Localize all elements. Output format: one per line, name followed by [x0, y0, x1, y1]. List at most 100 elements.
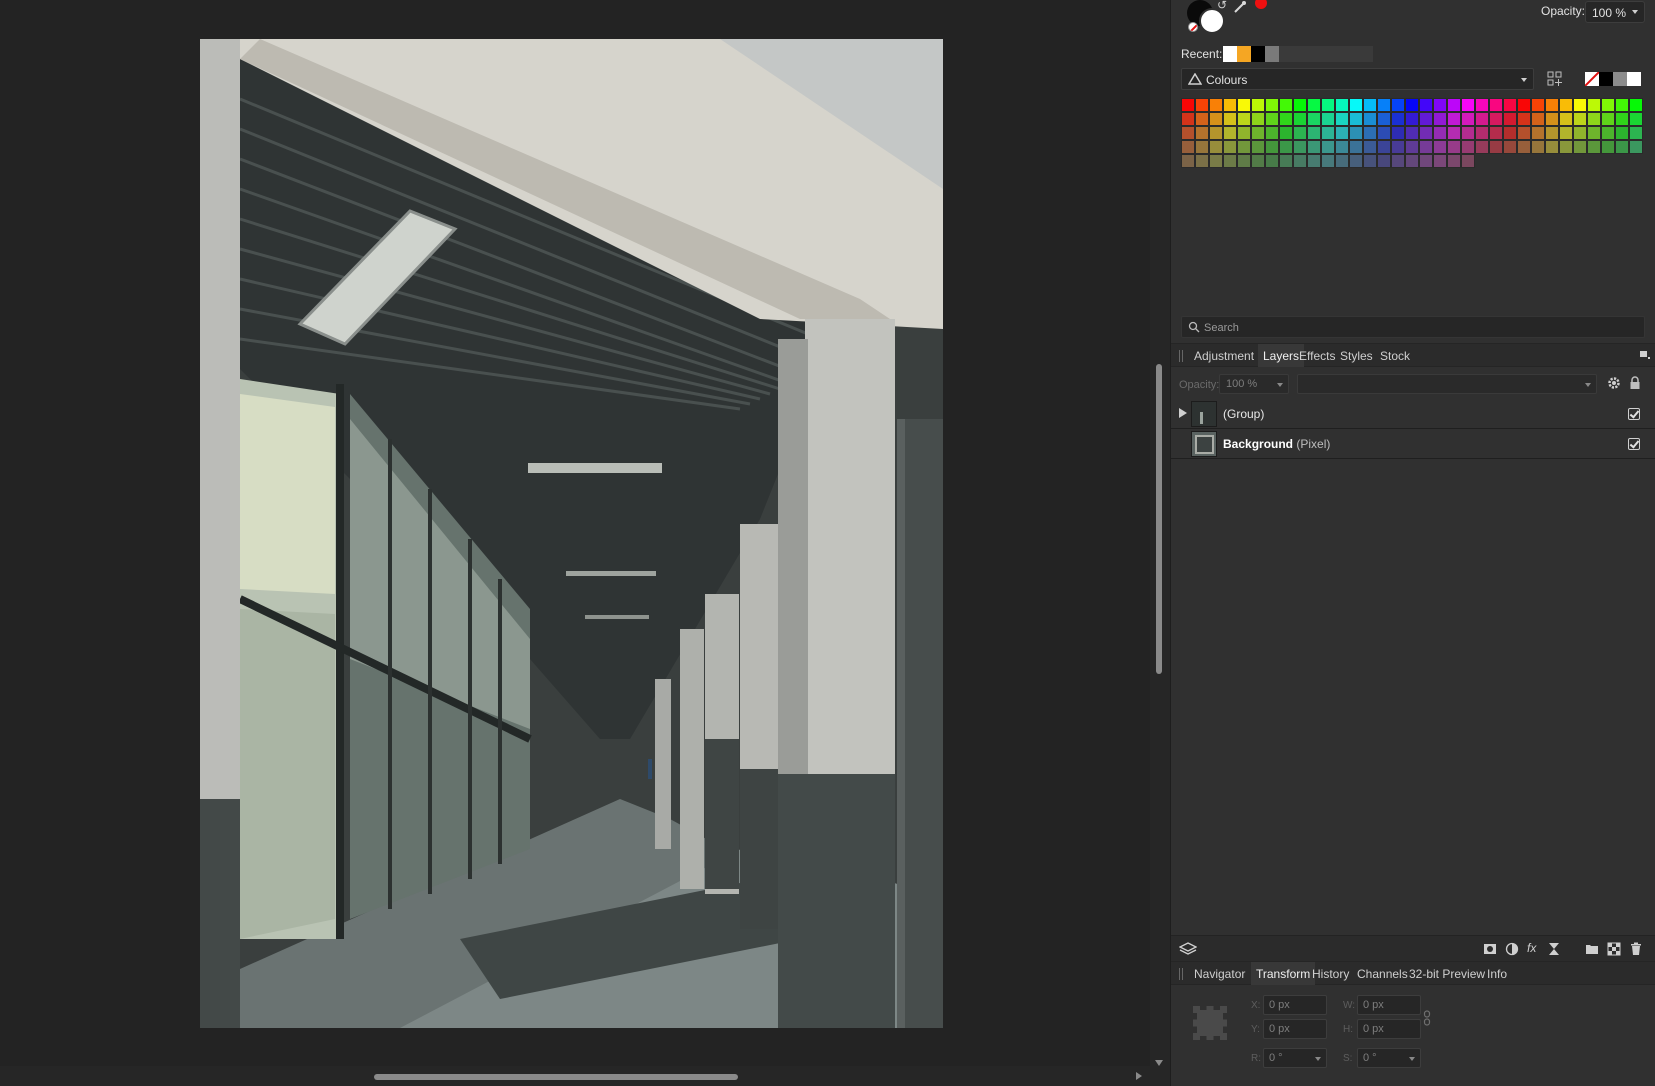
horizontal-scrollbar[interactable] [0, 1066, 1150, 1086]
colour-swatch[interactable] [1251, 126, 1265, 140]
colour-swatch[interactable] [1209, 126, 1223, 140]
tab-info[interactable]: Info [1482, 962, 1512, 985]
colour-swatch[interactable] [1601, 140, 1615, 154]
colour-swatch[interactable] [1405, 112, 1419, 126]
white-swatch[interactable] [1627, 72, 1641, 86]
colour-swatch[interactable] [1419, 126, 1433, 140]
colour-swatch[interactable] [1181, 140, 1195, 154]
link-ratio-icon[interactable] [1423, 1010, 1431, 1026]
colour-swatch[interactable] [1391, 98, 1405, 112]
trash-icon[interactable] [1629, 942, 1643, 956]
colour-swatch[interactable] [1405, 140, 1419, 154]
tab-effects[interactable]: Effects [1294, 344, 1340, 367]
colour-swatch[interactable] [1181, 98, 1195, 112]
colour-swatch[interactable] [1559, 140, 1573, 154]
colour-swatch[interactable] [1335, 154, 1349, 168]
colour-swatch[interactable] [1489, 112, 1503, 126]
document-photo[interactable] [200, 39, 943, 1028]
colour-swatch[interactable] [1237, 140, 1251, 154]
panel-grip-icon[interactable] [1179, 350, 1183, 362]
colour-swatch[interactable] [1335, 140, 1349, 154]
colour-swatch[interactable] [1391, 112, 1405, 126]
expand-triangle-icon[interactable] [1179, 408, 1187, 418]
colour-swatch[interactable] [1629, 126, 1643, 140]
colour-swatch[interactable] [1545, 112, 1559, 126]
colour-swatch[interactable] [1265, 112, 1279, 126]
mask-icon[interactable] [1483, 942, 1497, 956]
colour-swatch[interactable] [1447, 126, 1461, 140]
recent-colour-swatch[interactable] [1237, 46, 1251, 62]
colour-swatch[interactable] [1461, 140, 1475, 154]
colour-swatch[interactable] [1279, 98, 1293, 112]
colour-swatch[interactable] [1629, 112, 1643, 126]
colour-swatch[interactable] [1559, 126, 1573, 140]
colour-swatch[interactable] [1615, 98, 1629, 112]
tab-styles[interactable]: Styles [1335, 344, 1378, 367]
visibility-checkbox[interactable] [1628, 408, 1640, 420]
colour-swatch[interactable] [1251, 98, 1265, 112]
colour-swatch[interactable] [1363, 126, 1377, 140]
colour-swatch[interactable] [1391, 140, 1405, 154]
colour-swatch[interactable] [1587, 98, 1601, 112]
colour-swatch[interactable] [1615, 140, 1629, 154]
colour-swatch[interactable] [1181, 126, 1195, 140]
colour-swatch[interactable] [1489, 126, 1503, 140]
colour-swatch[interactable] [1531, 98, 1545, 112]
colour-swatch[interactable] [1321, 154, 1335, 168]
colour-swatch[interactable] [1419, 98, 1433, 112]
palette-dropdown[interactable]: Colours [1181, 68, 1534, 90]
colour-swatch[interactable] [1349, 112, 1363, 126]
colour-swatch[interactable] [1419, 112, 1433, 126]
tab-32bit-preview[interactable]: 32-bit Preview [1404, 962, 1490, 985]
colour-swatch[interactable] [1601, 98, 1615, 112]
colour-swatch[interactable] [1237, 98, 1251, 112]
black-swatch[interactable] [1599, 72, 1613, 86]
colour-swatch[interactable] [1363, 154, 1377, 168]
shear-field[interactable]: 0 ° [1357, 1048, 1421, 1068]
colour-swatch[interactable] [1321, 112, 1335, 126]
swap-colours-icon[interactable]: ↺ [1217, 0, 1227, 12]
colour-swatch[interactable] [1223, 126, 1237, 140]
colour-swatch[interactable] [1195, 140, 1209, 154]
horizontal-scroll-thumb[interactable] [374, 1074, 738, 1080]
colour-swatch[interactable] [1433, 112, 1447, 126]
colour-swatch[interactable] [1503, 126, 1517, 140]
colour-swatch[interactable] [1307, 140, 1321, 154]
colour-swatch[interactable] [1307, 154, 1321, 168]
vertical-scrollbar[interactable] [1150, 0, 1170, 1086]
colour-swatch[interactable] [1335, 98, 1349, 112]
recent-colour-swatch[interactable] [1223, 46, 1237, 62]
colour-swatch[interactable] [1279, 112, 1293, 126]
colour-swatch[interactable] [1223, 140, 1237, 154]
recent-colour-swatch[interactable] [1265, 46, 1279, 62]
colour-swatch[interactable] [1363, 98, 1377, 112]
colour-swatch[interactable] [1209, 140, 1223, 154]
colour-swatch[interactable] [1475, 126, 1489, 140]
colour-swatch[interactable] [1601, 126, 1615, 140]
colour-swatch[interactable] [1279, 126, 1293, 140]
colour-swatch[interactable] [1615, 112, 1629, 126]
colour-swatch[interactable] [1433, 140, 1447, 154]
palette-options-icon[interactable] [1547, 71, 1563, 87]
colour-swatch[interactable] [1559, 112, 1573, 126]
colour-swatch[interactable] [1503, 112, 1517, 126]
colour-swatch[interactable] [1335, 112, 1349, 126]
colour-swatch[interactable] [1587, 112, 1601, 126]
canvas-area[interactable] [0, 0, 1150, 1086]
colour-swatch[interactable] [1433, 126, 1447, 140]
colour-swatch[interactable] [1209, 98, 1223, 112]
colour-swatch[interactable] [1503, 140, 1517, 154]
x-field[interactable]: 0 px [1263, 995, 1327, 1015]
search-input[interactable]: Search [1181, 316, 1645, 338]
colour-swatch[interactable] [1503, 98, 1517, 112]
visibility-checkbox[interactable] [1628, 438, 1640, 450]
colour-swatch[interactable] [1251, 112, 1265, 126]
colour-swatch[interactable] [1223, 98, 1237, 112]
colour-swatch[interactable] [1349, 140, 1363, 154]
colour-swatch[interactable] [1293, 98, 1307, 112]
colour-swatch[interactable] [1377, 126, 1391, 140]
colour-swatch[interactable] [1237, 112, 1251, 126]
colour-swatch[interactable] [1195, 112, 1209, 126]
colour-swatch[interactable] [1531, 112, 1545, 126]
colour-swatch[interactable] [1531, 140, 1545, 154]
